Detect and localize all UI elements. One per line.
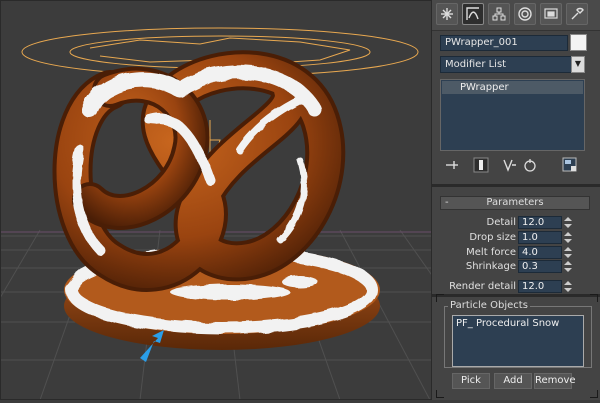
rollout-title: Parameters — [486, 197, 544, 208]
command-panel-tabs — [432, 0, 600, 31]
param-render-detail: Render detail 12.0 — [440, 280, 590, 294]
modifier-stack[interactable]: PWrapper — [440, 79, 585, 151]
create-tab[interactable] — [436, 3, 458, 25]
panel-divider — [432, 294, 600, 297]
param-label: Shrinkage — [465, 261, 516, 272]
utilities-tab[interactable] — [566, 3, 588, 25]
shrinkage-input[interactable]: 0.3 — [518, 260, 562, 273]
hierarchy-icon — [492, 7, 506, 21]
spinner-icon[interactable] — [564, 260, 572, 273]
stack-item-pwrapper[interactable]: PWrapper — [442, 81, 583, 94]
hierarchy-tab[interactable] — [488, 3, 510, 25]
remove-button[interactable]: Remove — [534, 373, 576, 389]
wrench-icon — [571, 7, 584, 20]
show-end-result-icon[interactable] — [473, 157, 489, 173]
particle-objects-list[interactable]: PF_ Procedural Snow — [452, 315, 584, 367]
motion-tab[interactable] — [514, 3, 536, 25]
param-label: Detail — [486, 217, 516, 228]
spinner-icon[interactable] — [564, 246, 572, 259]
list-item[interactable]: PF_ Procedural Snow — [456, 318, 580, 329]
param-label: Render detail — [449, 281, 516, 292]
stack-toolbar — [440, 156, 585, 176]
selection-corner — [590, 294, 598, 302]
create-icon — [441, 8, 453, 20]
scene-render — [0, 0, 521, 401]
pick-button[interactable]: Pick — [452, 373, 490, 389]
add-button[interactable]: Add — [494, 373, 532, 389]
drop-size-input[interactable]: 1.0 — [518, 231, 562, 244]
param-label: Drop size — [469, 232, 516, 243]
modifier-list-dropdown[interactable]: Modifier List ▼ — [440, 56, 585, 73]
param-melt-force: Melt force 4.0 — [440, 246, 590, 260]
viewport[interactable] — [0, 0, 521, 401]
remove-modifier-icon[interactable] — [522, 157, 538, 173]
configure-modifier-sets-icon[interactable] — [562, 157, 578, 173]
pin-stack-icon[interactable] — [444, 157, 460, 173]
object-color-swatch[interactable] — [570, 34, 587, 51]
parameters-rollout-header[interactable]: - Parameters — [440, 196, 590, 210]
command-panel: PWrapper_001 Modifier List ▼ PWrapper - … — [432, 0, 600, 400]
chevron-down-icon[interactable]: ▼ — [571, 56, 585, 73]
particle-objects-label: Particle Objects — [448, 300, 530, 311]
param-drop-size: Drop size 1.0 — [440, 231, 590, 245]
display-icon — [544, 8, 558, 19]
motion-icon — [518, 7, 532, 21]
modify-icon — [466, 7, 479, 20]
selection-corner — [436, 390, 444, 398]
melt-force-input[interactable]: 4.0 — [518, 246, 562, 259]
param-detail: Detail 12.0 — [440, 216, 590, 230]
panel-divider — [432, 184, 600, 187]
selection-corner — [436, 294, 444, 302]
spinner-icon[interactable] — [564, 216, 572, 229]
spinner-icon[interactable] — [564, 280, 572, 293]
render-detail-input[interactable]: 12.0 — [518, 280, 562, 293]
make-unique-icon[interactable] — [502, 157, 518, 173]
param-shrinkage: Shrinkage 0.3 — [440, 260, 590, 274]
param-label: Melt force — [466, 247, 516, 258]
display-tab[interactable] — [540, 3, 562, 25]
object-name-field[interactable]: PWrapper_001 — [440, 35, 568, 51]
spinner-icon[interactable] — [564, 231, 572, 244]
selection-corner — [590, 390, 598, 398]
modifier-list-label: Modifier List — [445, 59, 507, 70]
detail-input[interactable]: 12.0 — [518, 216, 562, 229]
modify-tab[interactable] — [462, 3, 484, 25]
